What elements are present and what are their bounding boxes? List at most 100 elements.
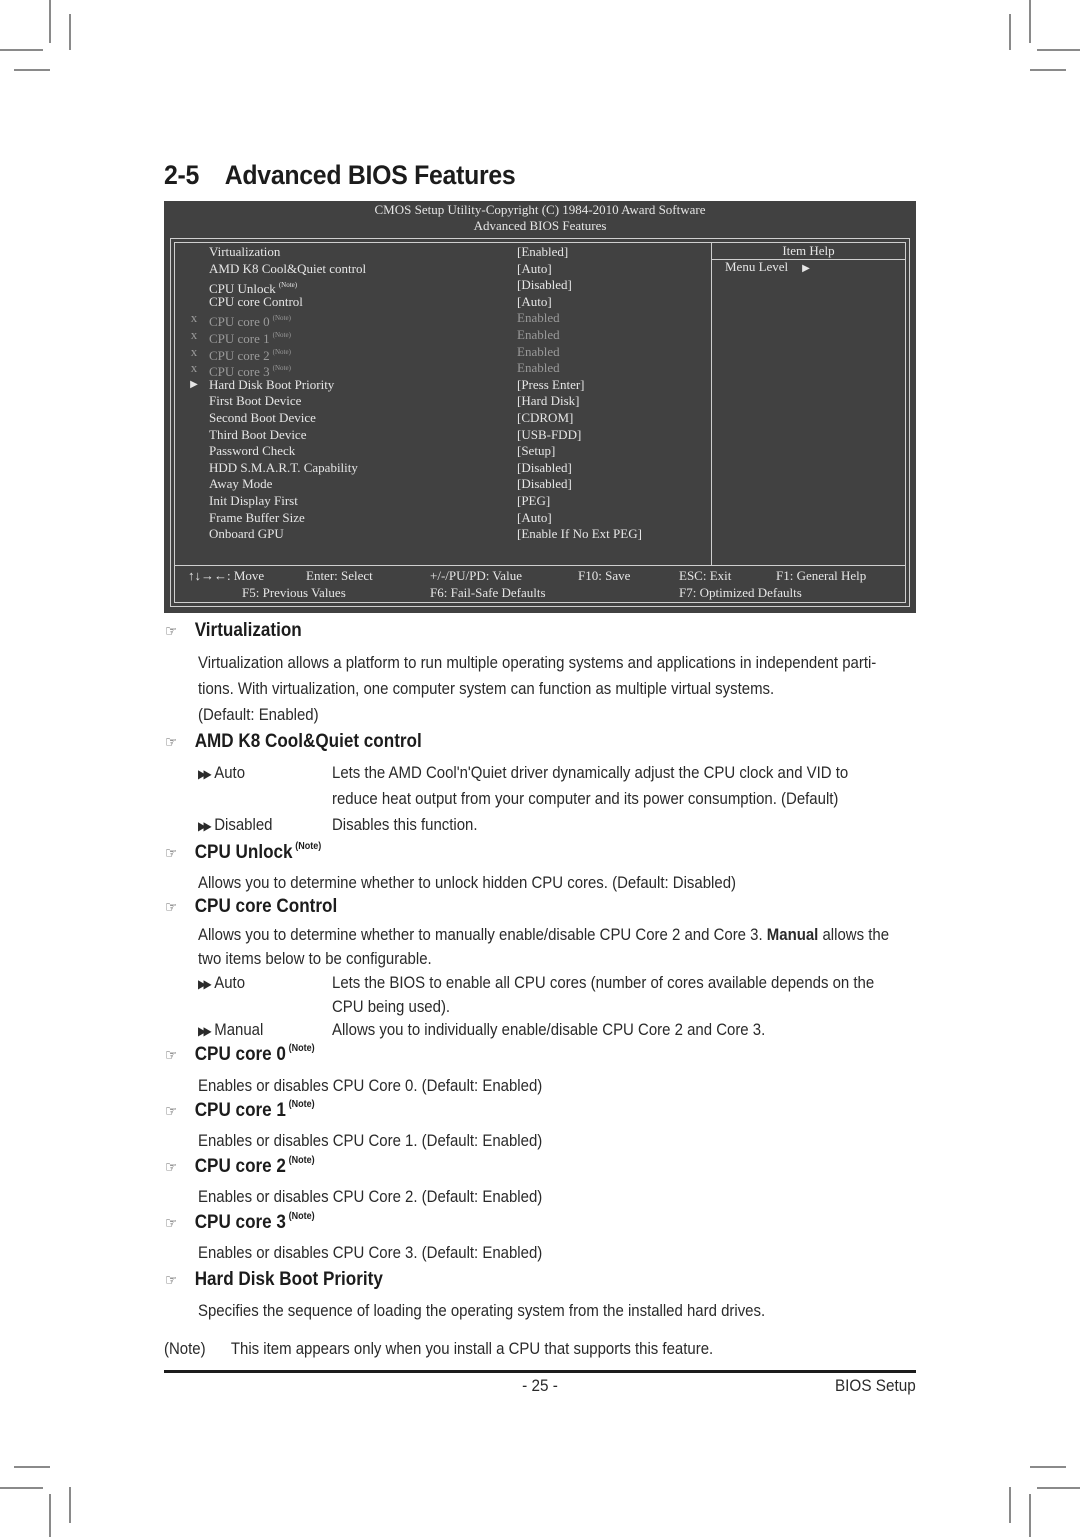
footer-rule (164, 1370, 916, 1373)
footnote: (Note) This item appears only when you in… (164, 1336, 713, 1362)
bios-item-value[interactable]: [Setup] (517, 443, 555, 460)
pointing-hand-icon: ☞ (165, 1103, 178, 1120)
item-help-title: Item Help (782, 243, 835, 258)
bios-item-label: Virtualization (209, 244, 280, 261)
text: allows the (818, 925, 890, 944)
bios-item-label: AMD K8 Cool&Quiet control (209, 261, 366, 278)
note-sup: (Note) (288, 1099, 315, 1110)
bios-item-label: Onboard GPU (209, 526, 284, 543)
option-name: ▶▶ Manual (198, 1017, 263, 1044)
double-arrow-icon: ▶▶ (198, 767, 212, 781)
bios-item[interactable]: HDD S.M.A.R.T. Capability [Disabled] (164, 460, 704, 477)
section-number: 2-5 (164, 160, 200, 190)
bios-item[interactable]: x CPU core 3 (Note) Enabled (164, 360, 704, 379)
bios-item-value[interactable]: [Enabled] (517, 244, 568, 261)
bios-header-page: Advanced BIOS Features (473, 218, 607, 233)
bios-item-value[interactable]: [Auto] (517, 510, 552, 527)
crop-mark (14, 1466, 50, 1468)
pointing-hand-icon: ☞ (165, 623, 178, 640)
bios-item-value[interactable]: [USB-FDD] (517, 427, 581, 444)
footnote-text: This item appears only when you install … (230, 1339, 714, 1358)
bios-item[interactable]: Virtualization [Enabled] (164, 244, 704, 261)
bios-item[interactable]: x CPU core 0 (Note) Enabled (164, 310, 704, 329)
bios-item-label: Third Boot Device (209, 427, 306, 444)
bios-item-value[interactable]: [Disabled] (517, 277, 572, 294)
bios-item-value[interactable]: [Disabled] (517, 460, 572, 477)
bios-item-label: Frame Buffer Size (209, 510, 305, 527)
bios-item[interactable]: Away Mode [Disabled] (164, 476, 704, 493)
bios-item-value: Enabled (517, 360, 560, 376)
bios-item-label-text: Frame Buffer Size (209, 509, 305, 525)
bios-item-value[interactable]: [PEG] (517, 493, 550, 510)
bios-item-value[interactable]: [Auto] (517, 294, 552, 311)
footer-optimized: F7: Optimized Defaults (679, 585, 802, 600)
bios-item[interactable]: x CPU core 2 (Note) Enabled (164, 344, 704, 363)
note-sup: (Note) (288, 1211, 315, 1222)
bios-screen: CMOS Setup Utility-Copyright (C) 1984-20… (164, 201, 916, 613)
heading-text: AMD K8 Cool&Quiet control (194, 731, 422, 752)
paragraph: Specifies the sequence of loading the op… (198, 1301, 766, 1320)
note-sup: (Note) (272, 314, 291, 323)
bios-item[interactable]: Onboard GPU [Enable If No Ext PEG] (164, 526, 704, 543)
heading-hdd-boot-priority: ☞ Hard Disk Boot Priority (165, 1269, 383, 1291)
heading-text: CPU core 0 (194, 1044, 286, 1065)
page-number: - 25 - (522, 1376, 558, 1395)
crop-mark (69, 1487, 71, 1523)
bios-item[interactable]: CPU Unlock (Note) [Disabled] (164, 277, 704, 296)
paragraph: Allows you to determine whether to manua… (198, 922, 889, 948)
bios-item-label-text: AMD K8 Cool&Quiet control (209, 260, 367, 276)
pointing-hand-icon: ☞ (165, 734, 178, 751)
section-heading: Advanced BIOS Features (224, 160, 516, 190)
bios-item-value[interactable]: [Hard Disk] (517, 393, 579, 410)
bios-item-value[interactable]: [Press Enter] (517, 377, 585, 394)
menu-level-arrow-icon: ▶ (802, 263, 810, 274)
bios-item-label: Password Check (209, 443, 295, 460)
paragraph: tions. With virtualization, one computer… (198, 679, 775, 698)
heading-virtualization: ☞ Virtualization (165, 620, 302, 642)
bios-item[interactable]: Frame Buffer Size [Auto] (164, 510, 704, 527)
bios-item[interactable]: Password Check [Setup] (164, 443, 704, 460)
option-name: ▶▶ Disabled (198, 812, 272, 839)
heading-text: CPU core 3 (194, 1212, 286, 1233)
bios-item[interactable]: AMD K8 Cool&Quiet control [Auto] (164, 261, 704, 278)
note-sup: (Note) (272, 331, 291, 339)
submenu-arrow-icon: ▶ (190, 378, 198, 390)
bios-item-value[interactable]: [Enable If No Ext PEG] (517, 526, 642, 543)
footer-value: +/-/PU/PD: Value (430, 568, 522, 583)
bios-item-label: Away Mode (209, 476, 272, 493)
bios-item[interactable]: Third Boot Device [USB-FDD] (164, 427, 704, 444)
disabled-x-icon: x (190, 310, 198, 326)
section-title: 2-5 Advanced BIOS Features (164, 160, 516, 191)
bios-item[interactable]: x CPU core 1 (Note) Enabled (164, 327, 704, 346)
bios-item[interactable]: Init Display First [PEG] (164, 493, 704, 510)
text: Allows you to determine whether to manua… (198, 925, 767, 944)
paragraph: Virtualization allows a platform to run … (198, 653, 877, 672)
menu-level-label: Menu Level (725, 259, 789, 274)
pointing-hand-icon: ☞ (165, 899, 178, 916)
option-label: Auto (214, 763, 246, 782)
option-name: ▶▶ Auto (198, 760, 245, 787)
bios-item[interactable]: CPU core Control [Auto] (164, 294, 704, 311)
crop-mark (1009, 14, 1011, 50)
bios-item[interactable]: First Boot Device [Hard Disk] (164, 393, 704, 410)
bios-item-label-text: Second Boot Device (209, 410, 316, 425)
bios-item-label-text: CPU core Control (209, 293, 303, 309)
paragraph: Enables or disables CPU Core 0. (Default… (198, 1076, 543, 1095)
bios-item-value[interactable]: [Disabled] (517, 476, 572, 493)
bios-item-label: CPU core Control (209, 294, 303, 311)
paragraph: Allows you to determine whether to unloc… (198, 873, 736, 892)
bios-item-value: Enabled (517, 310, 560, 326)
heading-cpu-core-0: ☞ CPU core 0 (Note) (165, 1043, 315, 1066)
menu-level: Menu Level ▶ (725, 259, 810, 277)
heading-text: Hard Disk Boot Priority (194, 1269, 383, 1290)
pointing-hand-icon: ☞ (165, 845, 178, 862)
heading-coolquiet: ☞ AMD K8 Cool&Quiet control (165, 731, 422, 753)
bios-item-value[interactable]: [CDROM] (517, 410, 573, 427)
disabled-x-icon: x (190, 327, 198, 342)
crop-mark (0, 49, 43, 51)
bios-item[interactable]: ▶ Hard Disk Boot Priority [Press Enter] (164, 377, 704, 394)
crop-mark (69, 14, 71, 50)
bios-item-value[interactable]: [Auto] (517, 261, 552, 278)
note-sup: (Note) (278, 281, 298, 290)
bios-item[interactable]: Second Boot Device [CDROM] (164, 410, 704, 427)
